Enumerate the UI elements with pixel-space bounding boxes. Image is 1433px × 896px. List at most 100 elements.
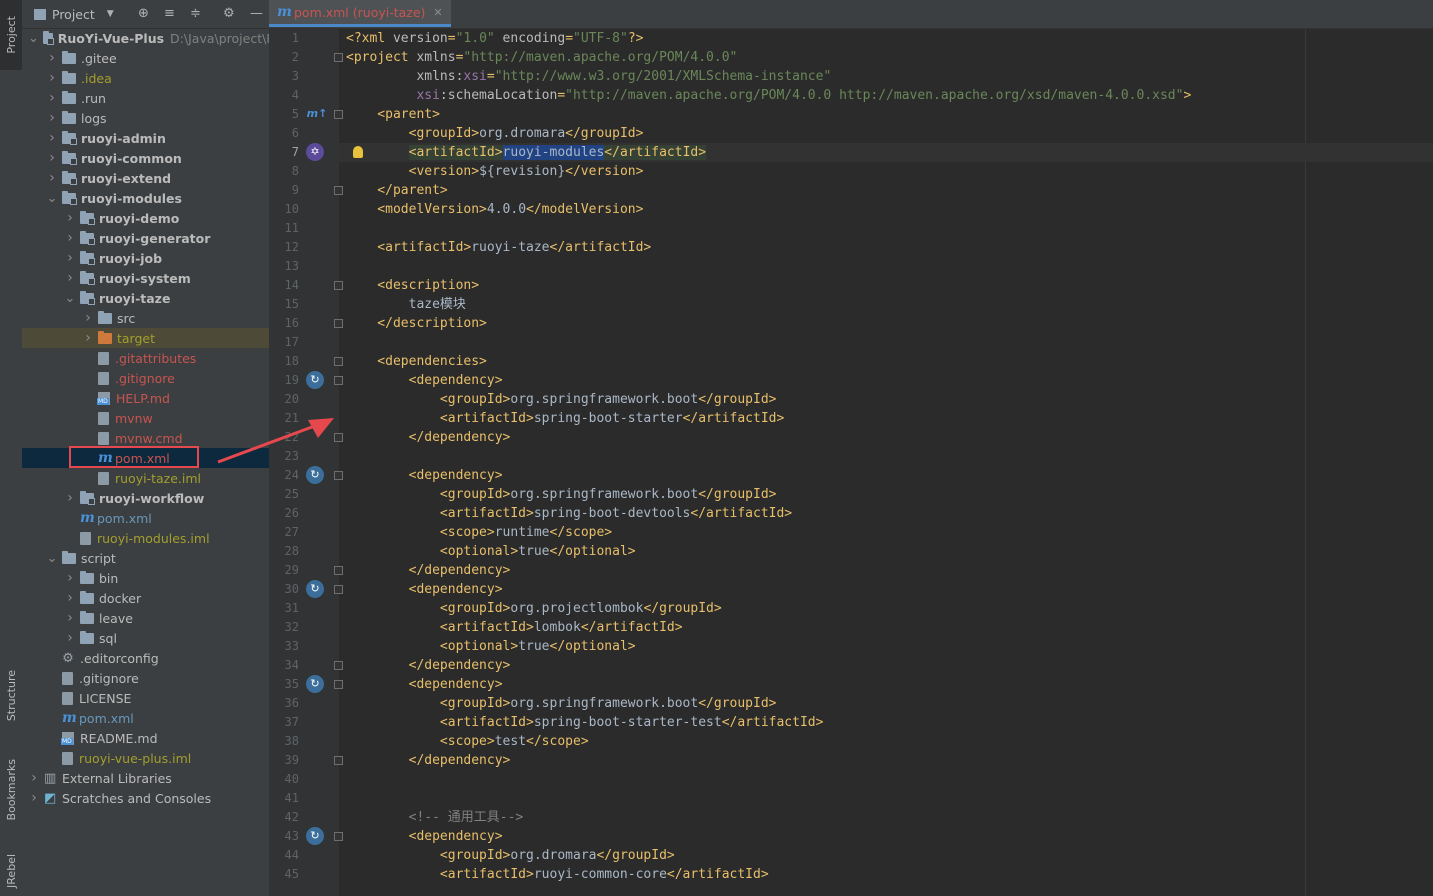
gear-icon[interactable]: ⚙ — [223, 6, 235, 22]
code-line[interactable]: <artifactId>spring-boot-devtools</artifa… — [346, 504, 792, 523]
code-line[interactable]: </description> — [346, 314, 487, 333]
chevron-right-icon[interactable]: › — [64, 610, 76, 626]
code-line[interactable]: <optional>true</optional> — [346, 637, 636, 656]
tree-item[interactable]: .gitattributes — [22, 348, 269, 368]
tree-item[interactable]: › ruoyi-system — [22, 268, 269, 288]
fold-marker-icon[interactable] — [334, 53, 343, 62]
code-line[interactable]: <modelVersion>4.0.0</modelVersion> — [346, 200, 643, 219]
dependency-icon[interactable]: ↻ — [306, 675, 324, 693]
tree-item[interactable]: ⚙ .editorconfig — [22, 648, 269, 668]
code-line[interactable]: <scope>test</scope> — [346, 732, 589, 751]
code-line[interactable]: <dependency> — [346, 466, 503, 485]
tree-item[interactable]: › leave — [22, 608, 269, 628]
tree-item[interactable]: .gitignore — [22, 368, 269, 388]
code-line[interactable]: <artifactId>spring-boot-starter-test</ar… — [346, 713, 824, 732]
fold-marker-icon[interactable] — [334, 680, 343, 689]
fold-marker-icon[interactable] — [334, 756, 343, 765]
tree-item[interactable]: ruoyi-modules.iml — [22, 528, 269, 548]
code-line[interactable]: <dependency> — [346, 827, 503, 846]
tree-item[interactable]: › .run — [22, 88, 269, 108]
tree-item[interactable]: ⌄ ruoyi-taze — [22, 288, 269, 308]
hide-icon[interactable]: — — [250, 6, 263, 22]
code-line[interactable]: <project xmlns="http://maven.apache.org/… — [346, 48, 737, 67]
chevron-right-icon[interactable]: › — [64, 630, 76, 646]
chevron-down-icon[interactable]: ▼ — [107, 9, 114, 19]
fold-marker-icon[interactable] — [334, 585, 343, 594]
bookmarks-tool-tab[interactable]: Bookmarks — [0, 748, 22, 832]
code-line[interactable]: <description> — [346, 276, 479, 295]
code-line[interactable]: <scope>runtime</scope> — [346, 523, 612, 542]
tree-item[interactable]: › ruoyi-extend — [22, 168, 269, 188]
maven-parent-icon[interactable]: m↑ — [306, 105, 328, 123]
tree-item[interactable]: m pom.xml — [22, 508, 269, 528]
code-line[interactable]: <artifactId>ruoyi-taze</artifactId> — [346, 238, 651, 257]
tree-item[interactable]: › logs — [22, 108, 269, 128]
tree-item[interactable]: m pom.xml — [22, 708, 269, 728]
fold-marker-icon[interactable] — [334, 832, 343, 841]
tree-item[interactable]: › .gitee — [22, 48, 269, 68]
code-line[interactable]: <dependency> — [346, 675, 503, 694]
code-line[interactable]: <artifactId>ruoyi-common-core</artifactI… — [346, 865, 769, 884]
code-line[interactable]: <version>${revision}</version> — [346, 162, 644, 181]
chevron-right-icon[interactable]: › — [64, 210, 76, 226]
tree-item[interactable]: LICENSE — [22, 688, 269, 708]
code-line[interactable]: taze模块 — [346, 295, 466, 314]
tree-item[interactable]: › ruoyi-admin — [22, 128, 269, 148]
tree-item[interactable]: › bin — [22, 568, 269, 588]
code-line[interactable]: <groupId>org.projectlombok</groupId> — [346, 599, 722, 618]
tree-item[interactable]: › .idea — [22, 68, 269, 88]
collapse-all-icon[interactable]: ≑ — [190, 6, 201, 22]
fold-marker-icon[interactable] — [334, 186, 343, 195]
chevron-right-icon[interactable]: › — [64, 250, 76, 266]
tab-pom-xml[interactable]: m pom.xml (ruoyi-taze) ✕ — [269, 0, 451, 27]
tree-item[interactable]: › ruoyi-job — [22, 248, 269, 268]
chevron-down-icon[interactable]: ⌄ — [64, 291, 76, 306]
tree-item[interactable]: › src — [22, 308, 269, 328]
code-line[interactable]: <!-- 通用工具--> — [346, 808, 524, 827]
project-view-selector[interactable]: Project ▼ — [22, 7, 114, 22]
structure-tool-tab[interactable]: Structure — [0, 660, 22, 732]
tree-item[interactable]: › ruoyi-common — [22, 148, 269, 168]
chevron-down-icon[interactable]: ⌄ — [46, 191, 58, 206]
code-line[interactable]: <artifactId>ruoyi-modules</artifactId> — [346, 143, 707, 162]
code-line[interactable]: </dependency> — [346, 561, 511, 580]
code-line[interactable]: <artifactId>lombok</artifactId> — [346, 618, 683, 637]
tree-item[interactable]: › ruoyi-workflow — [22, 488, 269, 508]
code-line[interactable]: <artifactId>spring-boot-starter</artifac… — [346, 409, 784, 428]
locate-icon[interactable]: ⊕ — [138, 6, 149, 22]
code-line[interactable]: </parent> — [346, 181, 447, 200]
code-line[interactable]: <groupId>org.springframework.boot</group… — [346, 485, 777, 504]
code-line[interactable]: <groupId>org.springframework.boot</group… — [346, 694, 777, 713]
chevron-down-icon[interactable]: ⌄ — [46, 551, 58, 566]
chevron-right-icon[interactable]: › — [46, 110, 58, 126]
chevron-right-icon[interactable]: › — [28, 790, 40, 806]
code-line[interactable]: </dependency> — [346, 656, 511, 675]
chevron-right-icon[interactable]: › — [64, 270, 76, 286]
tree-item[interactable]: ⌄ script — [22, 548, 269, 568]
close-icon[interactable]: ✕ — [433, 6, 442, 19]
code-line[interactable]: <optional>true</optional> — [346, 542, 636, 561]
tree-item[interactable]: .gitignore — [22, 668, 269, 688]
code-line[interactable]: </dependency> — [346, 428, 511, 447]
artifact-icon[interactable]: ✡ — [306, 143, 324, 161]
code-line[interactable]: </dependency> — [346, 751, 511, 770]
tree-item[interactable]: README.md — [22, 728, 269, 748]
code-line[interactable]: xsi:schemaLocation="http://maven.apache.… — [346, 86, 1191, 105]
tree-item[interactable]: ⌄ RuoYi-Vue-Plus D:\Java\project\R — [22, 28, 269, 48]
code-line[interactable]: <groupId>org.springframework.boot</group… — [346, 390, 777, 409]
tree-item[interactable]: ⌄ ruoyi-modules — [22, 188, 269, 208]
chevron-right-icon[interactable]: › — [64, 490, 76, 506]
fold-marker-icon[interactable] — [334, 566, 343, 575]
tree-item[interactable]: ruoyi-vue-plus.iml — [22, 748, 269, 768]
chevron-right-icon[interactable]: › — [64, 230, 76, 246]
code-line[interactable]: <dependency> — [346, 371, 503, 390]
tree-item[interactable]: › ruoyi-demo — [22, 208, 269, 228]
chevron-right-icon[interactable]: › — [46, 130, 58, 146]
chevron-right-icon[interactable]: › — [64, 590, 76, 606]
dependency-icon[interactable]: ↻ — [306, 827, 324, 845]
code-line[interactable]: <parent> — [346, 105, 440, 124]
expand-all-icon[interactable]: ≡ — [164, 6, 175, 22]
tree-item[interactable]: › ruoyi-generator — [22, 228, 269, 248]
dependency-icon[interactable]: ↻ — [306, 371, 324, 389]
chevron-right-icon[interactable]: › — [82, 310, 94, 326]
